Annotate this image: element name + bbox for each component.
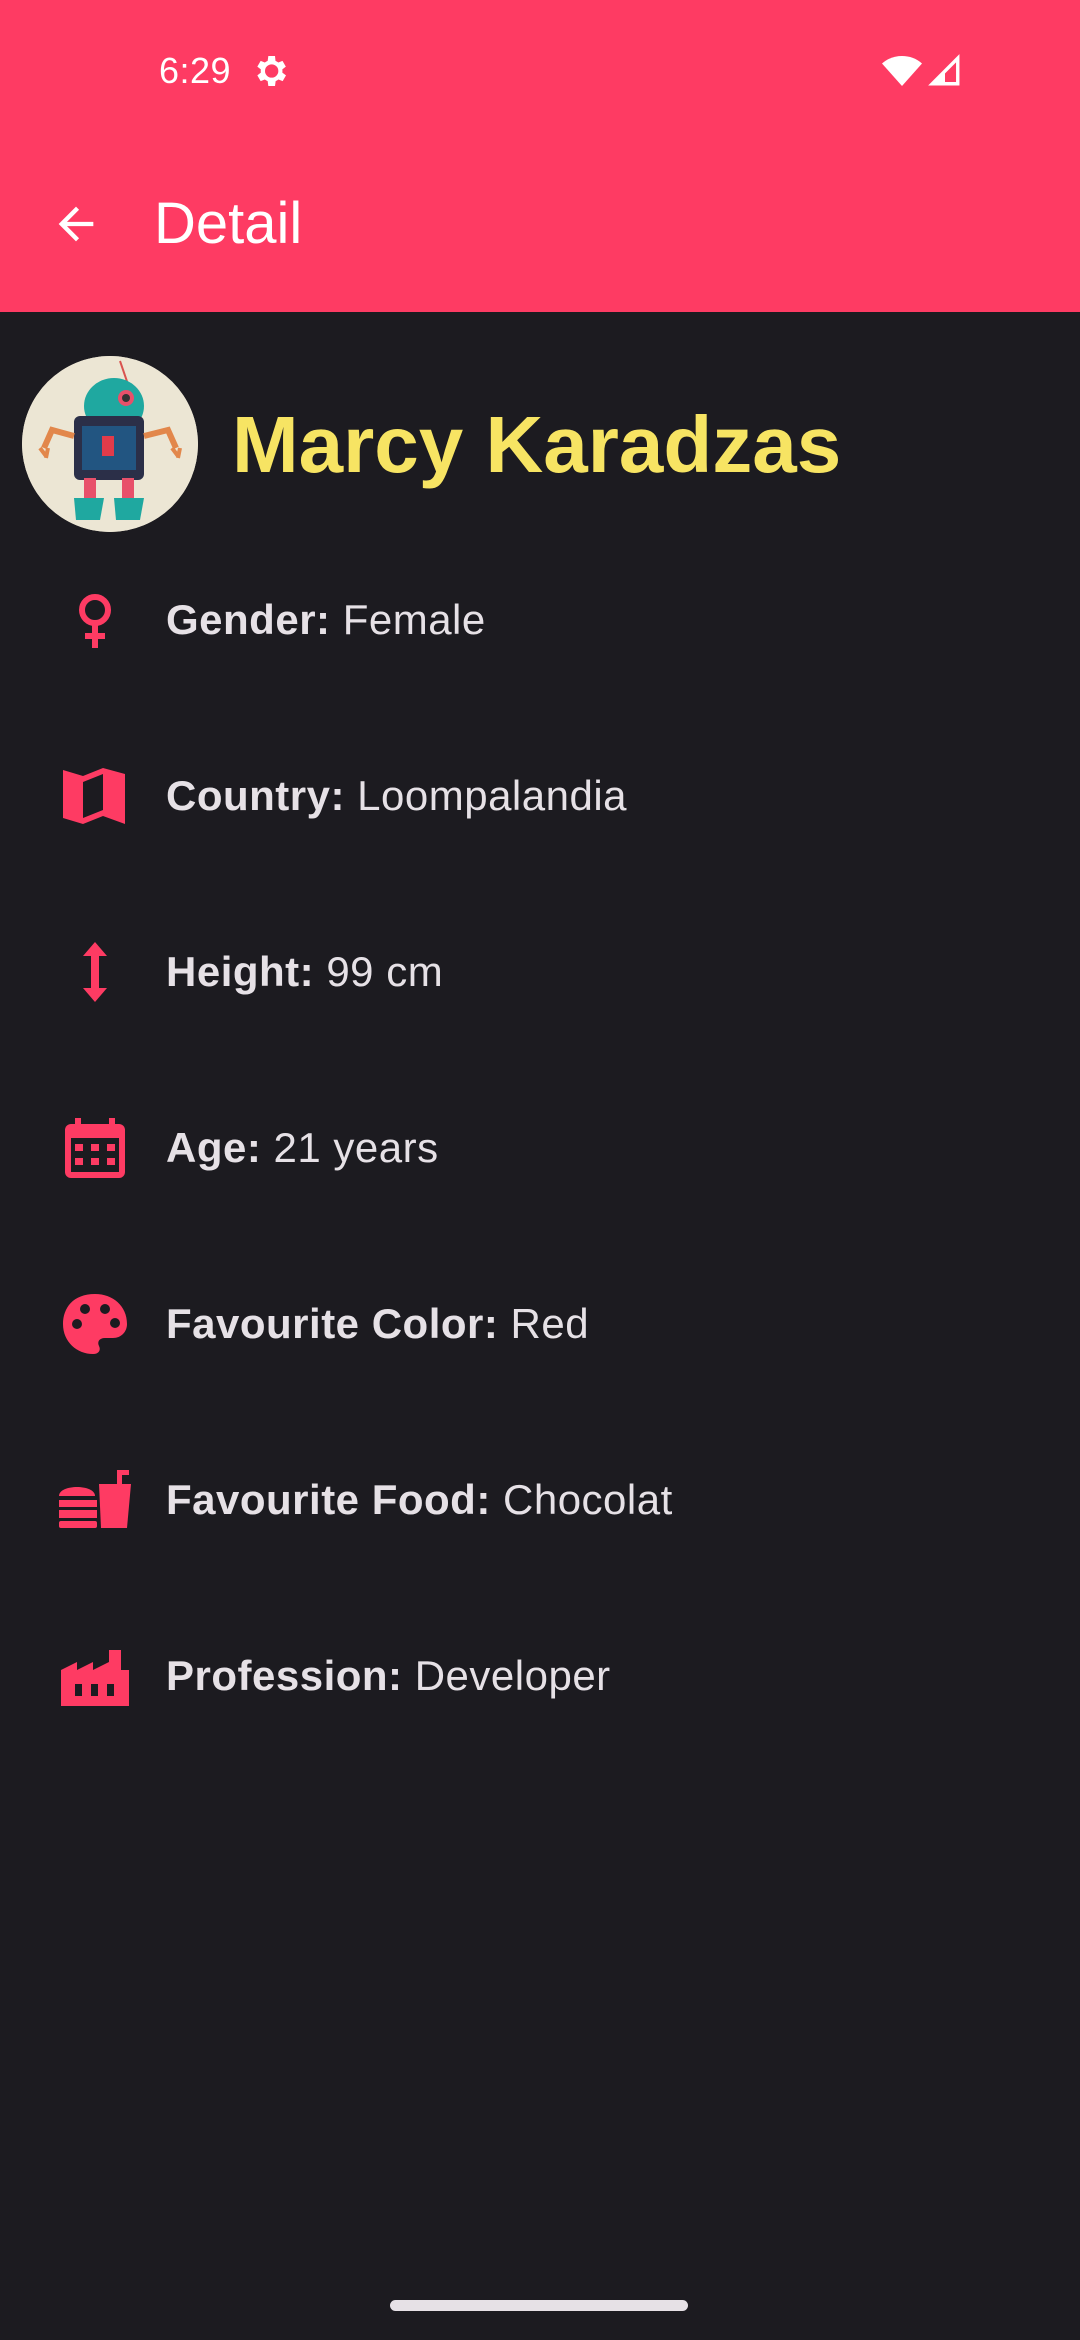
height-row: Height: 99 cm xyxy=(0,922,1080,1022)
profession-text: Profession: Developer xyxy=(166,1626,611,1726)
factory-icon xyxy=(61,1650,129,1706)
profile-name: Marcy Karadzas xyxy=(232,400,842,489)
page-title: Detail xyxy=(154,191,303,256)
palette-icon xyxy=(63,1294,127,1354)
gender-value: Female xyxy=(342,596,486,643)
fastfood-icon xyxy=(59,1470,131,1528)
calendar-icon xyxy=(65,1118,125,1178)
age-value: 21 years xyxy=(273,1124,439,1171)
height-value: 99 cm xyxy=(326,948,444,995)
color-value: Red xyxy=(510,1300,590,1347)
age-row: Age: 21 years xyxy=(0,1098,1080,1198)
food-value: Chocolat xyxy=(503,1476,673,1523)
age-text: Age: 21 years xyxy=(166,1098,439,1198)
country-label: Country: xyxy=(166,772,345,819)
food-text: Favourite Food: Chocolat xyxy=(166,1450,673,1550)
app-header: 6:29 Detail xyxy=(0,0,1080,312)
avatar xyxy=(22,356,198,532)
height-icon xyxy=(83,942,107,1002)
gender-text: Gender: Female xyxy=(166,570,486,670)
country-value: Loompalandia xyxy=(357,772,628,819)
back-button[interactable] xyxy=(40,188,112,260)
female-icon xyxy=(79,594,111,648)
color-text: Favourite Color: Red xyxy=(166,1274,589,1374)
settings-icon xyxy=(257,56,286,86)
gender-row: Gender: Female xyxy=(0,570,1080,670)
status-time: 6:29 xyxy=(159,50,232,91)
color-label: Favourite Color: xyxy=(166,1300,499,1347)
gender-label: Gender: xyxy=(166,596,331,643)
height-text: Height: 99 cm xyxy=(166,922,443,1022)
cell-signal-icon xyxy=(928,54,960,86)
arrow-back-icon xyxy=(58,206,94,242)
wifi-icon xyxy=(882,56,922,86)
age-label: Age: xyxy=(166,1124,262,1171)
food-label: Favourite Food: xyxy=(166,1476,491,1523)
profession-value: Developer xyxy=(414,1652,611,1699)
robot-avatar xyxy=(22,356,198,532)
profession-label: Profession: xyxy=(166,1652,403,1699)
map-icon xyxy=(63,768,125,824)
food-row: Favourite Food: Chocolat xyxy=(0,1450,1080,1550)
country-text: Country: Loompalandia xyxy=(166,746,627,846)
profession-row: Profession: Developer xyxy=(0,1626,1080,1726)
home-indicator[interactable] xyxy=(390,2300,688,2311)
color-row: Favourite Color: Red xyxy=(0,1274,1080,1374)
height-label: Height: xyxy=(166,948,315,995)
country-row: Country: Loompalandia xyxy=(0,746,1080,846)
